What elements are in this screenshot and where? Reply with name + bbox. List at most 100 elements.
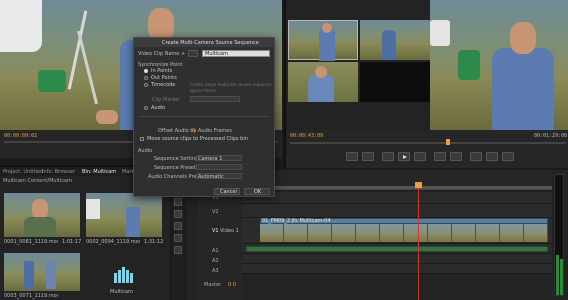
track-v3 (242, 192, 552, 204)
filmstrip-frame (524, 224, 548, 242)
program-controls-bar: 00:00:43:09 00:01:29:00 (286, 130, 568, 168)
thumb-car (86, 199, 100, 219)
step-back-button[interactable] (382, 152, 394, 161)
program-man-head (510, 22, 536, 54)
clip-name-label: Video Clip Name + (138, 51, 186, 57)
ok-button-label: OK (254, 189, 262, 195)
playhead-handle[interactable] (415, 182, 422, 188)
list-item[interactable]: Multicam (86, 253, 164, 299)
radio-timecode-label: Timecode (151, 82, 176, 88)
track-label-a1[interactable]: A1 (212, 248, 219, 254)
audio-section-label: Audio (138, 148, 153, 154)
track-a3 (242, 264, 552, 274)
camera-4-view[interactable] (360, 62, 430, 102)
tab-info[interactable]: Info: Browser (42, 169, 75, 175)
tab-project[interactable]: Project: Untitled (3, 169, 43, 175)
sequence-preset-select[interactable] (196, 164, 242, 170)
green-bucket (38, 70, 66, 92)
track-v2 (242, 204, 552, 218)
dialog-titlebar[interactable]: Create Multi-Camera Source Sequence (134, 38, 274, 47)
hand-tool-icon[interactable] (174, 246, 182, 254)
clip-name-dropdown[interactable] (188, 50, 198, 57)
program-timecode-right: 00:01:29:00 (534, 133, 568, 139)
mark-out-button[interactable] (362, 152, 374, 161)
sequence-preset-label: Sequence Preset (154, 165, 196, 171)
playhead-marker[interactable] (446, 139, 450, 145)
program-timecode-left: 00:00:43:09 (290, 133, 324, 139)
filmstrip-frame (476, 224, 500, 242)
filmstrip-frame (308, 224, 332, 242)
track-label-v1[interactable]: V1 (212, 228, 219, 234)
settings-button[interactable] (502, 152, 514, 161)
filmstrip-frame (428, 224, 452, 242)
move-clips-label: Move source clips to Processed Clips bin (147, 136, 248, 142)
tab-bin[interactable]: Bin: Multicam (82, 169, 116, 175)
clip-duration: 1:01:17 (62, 239, 82, 245)
bar-2 (118, 270, 121, 283)
clip-name: Multicam (110, 289, 133, 295)
timeline-clip[interactable]: 01_FM09_2 Jfx Multicam-04 (260, 218, 548, 242)
ignore-hours-label[interactable]: Ignore Hours (190, 88, 216, 94)
audio-meter (554, 174, 564, 296)
clip-filmstrip (260, 224, 548, 242)
multicam-toggle-button[interactable] (486, 152, 498, 161)
track-label-a2[interactable]: A2 (212, 258, 219, 264)
car-shape (0, 0, 42, 52)
camera-3-view[interactable] (288, 62, 358, 102)
camera-2-view[interactable] (360, 20, 430, 60)
sequence-settings-label: Sequence Settings (154, 156, 201, 162)
filmstrip-frame (452, 224, 476, 242)
export-frame-button[interactable] (470, 152, 482, 161)
radio-audio-label: Audio (151, 105, 166, 111)
step-forward-button[interactable] (414, 152, 426, 161)
multicam-sequence-icon (114, 267, 134, 283)
clip-name: 0002_0094_1119.mov (86, 239, 140, 245)
play-button[interactable] (398, 152, 410, 161)
radio-selected-icon (144, 69, 148, 73)
program-car (430, 20, 450, 46)
sequence-settings-value: Camera 1 (198, 156, 223, 162)
thumb-shirt (24, 217, 56, 237)
radio-icon (144, 76, 148, 80)
man-hand (96, 110, 118, 124)
clip-name-input[interactable] (202, 50, 270, 57)
extract-button[interactable] (450, 152, 462, 161)
track-label-a3[interactable]: A3 (212, 268, 219, 274)
program-output-view (430, 0, 568, 130)
radio-out-label: Out Points (151, 75, 177, 81)
filmstrip-frame (356, 224, 380, 242)
slip-tool-icon[interactable] (174, 222, 182, 230)
list-item[interactable]: 0002_0094_1119.mov 1:31:12 (86, 193, 164, 249)
clip-marker-label: Clip Marker (152, 97, 181, 103)
master-value[interactable]: 0.0 (228, 282, 236, 288)
offset-audio-label: Offset Audio by (158, 128, 197, 134)
tripod-leg (76, 30, 99, 105)
playhead-line[interactable] (418, 184, 419, 300)
program-monitor: 00:00:43:09 00:01:29:00 (284, 0, 568, 168)
list-item[interactable]: 0003_0071_1119.mov (4, 253, 82, 299)
audio-meter-left (556, 255, 559, 295)
offset-audio-unit: Audio Frames (198, 128, 232, 134)
radio-icon (144, 83, 148, 87)
audio-clip-a1[interactable] (246, 246, 548, 252)
pen-tool-icon[interactable] (174, 234, 182, 242)
track-label-v2[interactable]: V2 (212, 209, 219, 215)
razor-tool-icon[interactable] (174, 210, 182, 218)
list-item[interactable]: 0001_0081_1119.mov.mov 1:01:17 (4, 193, 82, 249)
filmstrip-frame (260, 224, 284, 242)
offset-audio-value[interactable]: 0 (192, 128, 195, 134)
filmstrip-frame (284, 224, 308, 242)
clip-marker-select[interactable] (190, 96, 240, 102)
lift-button[interactable] (434, 152, 446, 161)
thumb-person-b (46, 261, 56, 289)
mark-in-button[interactable] (346, 152, 358, 161)
camera-1-view[interactable] (288, 20, 358, 61)
work-area-bar[interactable] (242, 186, 552, 189)
ripple-edit-tool-icon[interactable] (174, 198, 182, 206)
track-a2 (242, 254, 552, 264)
program-scrub-bar[interactable] (290, 142, 566, 144)
dialog-title: Create Multi-Camera Source Sequence (162, 40, 259, 46)
source-timecode: 00:00:09:02 (4, 133, 38, 139)
audio-channels-value: Automatic (198, 174, 224, 180)
cancel-button-label: Cancel (220, 189, 237, 195)
